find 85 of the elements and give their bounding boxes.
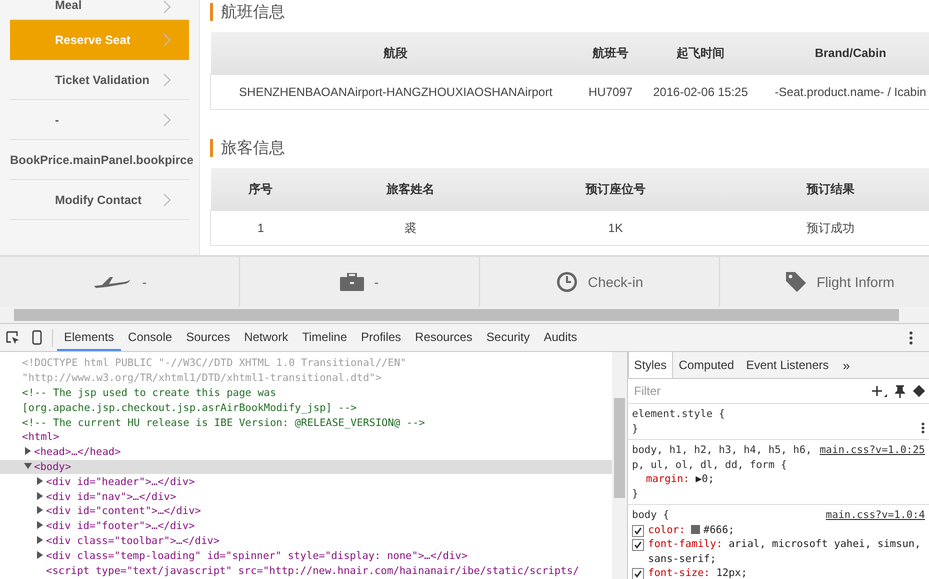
- vertical-scrollbar[interactable]: [612, 352, 628, 579]
- filter-field[interactable]: Filter: [632, 383, 871, 399]
- chevron-right-icon: [163, 32, 171, 46]
- property-checkbox[interactable]: [632, 568, 644, 579]
- closing-brace: }: [632, 486, 638, 501]
- section-marker: [210, 139, 213, 157]
- source-link[interactable]: main.css?v=1.0:4: [826, 508, 925, 522]
- clock-icon: [556, 271, 578, 293]
- table-cell: SHENZHENBAOANAirport-HANGZHOUXIAOSHANAirport: [210, 74, 580, 110]
- nav-label: Check-in: [588, 274, 644, 290]
- pin-icon[interactable]: [895, 384, 905, 398]
- dom-node-row[interactable]: <script type="text/javascript" src="http://new.hnair.com/hainanair/ibe/static/scripts/: [0, 563, 612, 578]
- css-selector: body, h1, h2, h3, h4, h5, h6, p, ul, ol, dl, dd, form {: [632, 443, 813, 472]
- briefcase-icon: [340, 273, 364, 291]
- devtools-tab[interactable]: Elements: [57, 324, 122, 351]
- chevron-right-icon: [163, 72, 171, 86]
- sidebar-item[interactable]: Ticket Validation: [10, 60, 189, 100]
- dom-node-row[interactable]: <div id="header">…</div>: [0, 474, 612, 490]
- dom-node-row[interactable]: <head>…</head>: [0, 444, 612, 460]
- table-cell: 1: [210, 210, 310, 246]
- column-header: 预订结果: [720, 168, 929, 210]
- section-marker: [210, 3, 213, 21]
- devtools-tab[interactable]: Console: [121, 324, 180, 351]
- css-declaration: color: #666;: [648, 522, 734, 537]
- dom-node-row[interactable]: <html>: [0, 430, 612, 445]
- table-cell: 1K: [510, 210, 720, 246]
- more-tabs-button[interactable]: »: [834, 358, 858, 372]
- styles-tab[interactable]: Computed: [672, 352, 740, 378]
- column-header: 航段: [210, 32, 580, 74]
- devtools-tab[interactable]: Network: [237, 324, 296, 351]
- table-cell: -Seat.product.name- / Icabin: [760, 74, 929, 110]
- chevron-right-icon: [163, 112, 171, 126]
- property-checkbox[interactable]: [632, 539, 644, 551]
- expanded-triangle-icon[interactable]: [24, 462, 32, 470]
- table-cell: HU7097: [580, 74, 640, 110]
- column-header: 序号: [210, 168, 310, 210]
- column-header: 航班号: [580, 32, 640, 74]
- css-declaration: font-family: arial, microsoft yahei, simsun, sans-serif;: [648, 537, 922, 566]
- more-options-icon[interactable]: [921, 422, 925, 434]
- css-declaration: margin: ▶0;: [646, 472, 714, 486]
- styles-tab[interactable]: Event Listeners: [740, 352, 835, 378]
- devtools-tab[interactable]: Profiles: [354, 324, 408, 351]
- css-selector: body {: [632, 508, 670, 522]
- css-declaration: font-size: 12px;: [648, 566, 748, 579]
- add-rule-icon[interactable]: [871, 385, 887, 397]
- closing-brace: }: [632, 422, 638, 436]
- chevron-right-icon: [163, 192, 171, 206]
- dom-node-row[interactable]: <div class="toolbar">…</div>: [0, 534, 612, 548]
- nav-label: -: [374, 274, 379, 290]
- dom-node-row[interactable]: <div class="temp-loading" id="spinner" style="display: none">…</div>: [0, 548, 612, 564]
- table-cell: 预订成功: [720, 210, 929, 246]
- devtools-tab[interactable]: Audits: [536, 324, 584, 351]
- dom-node-row[interactable]: <!-- The current HU release is IBE Version: @RELEASE_VERSION@ -->: [0, 415, 612, 430]
- css-selector: element.style {: [632, 407, 725, 422]
- nav-label: -: [142, 274, 147, 290]
- styles-tab[interactable]: Styles: [628, 352, 673, 378]
- sidebar-item[interactable]: Modify Contact: [10, 180, 189, 220]
- devtools-tab[interactable]: Resources: [408, 324, 480, 351]
- column-header: 旅客姓名: [310, 168, 510, 210]
- dom-node-row[interactable]: <body>: [0, 460, 612, 474]
- dom-node-row[interactable]: [org.apache.jsp.checkout.jsp.asrAirBookModify_jsp] -->: [0, 400, 612, 416]
- dom-node-row[interactable]: <div id="content">…</div>: [0, 504, 612, 519]
- dom-node-row[interactable]: <!-- The jsp used to create this page was: [0, 386, 612, 400]
- column-header: 起飞时间: [640, 32, 760, 74]
- devtools-tab[interactable]: Security: [479, 324, 537, 351]
- section-title: 旅客信息: [221, 138, 285, 158]
- table-cell: 裘: [310, 210, 510, 246]
- dom-node-row[interactable]: <div id="nav">…</div>: [0, 489, 612, 504]
- tag-icon: [784, 271, 807, 293]
- column-header: Brand/Cabin: [760, 32, 929, 74]
- airplane-icon: [92, 274, 132, 290]
- devtools-tab[interactable]: Sources: [179, 324, 238, 351]
- collapsed-triangle-icon[interactable]: [24, 447, 32, 456]
- nav-label: Flight Inform: [816, 274, 894, 290]
- property-checkbox[interactable]: [632, 524, 644, 536]
- dom-node-row[interactable]: <div id="footer">…</div>: [0, 518, 612, 534]
- horizontal-scrollbar[interactable]: [0, 307, 929, 323]
- table-cell: 2016-02-06 15:25: [640, 74, 760, 110]
- column-header: 预订座位号: [510, 168, 720, 210]
- devtools-tab[interactable]: Timeline: [295, 324, 354, 351]
- sidebar-item[interactable]: -: [10, 100, 189, 140]
- section-title: 航班信息: [221, 2, 285, 22]
- chevron-right-icon: [163, 0, 171, 14]
- source-link[interactable]: main.css?v=1.0:25: [820, 443, 925, 472]
- diamond-icon[interactable]: [913, 385, 925, 397]
